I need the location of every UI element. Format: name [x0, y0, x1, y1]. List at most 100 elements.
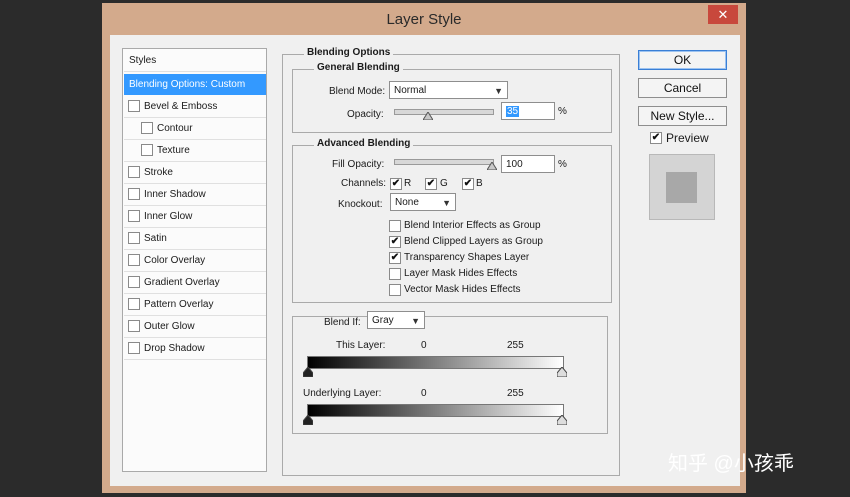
- sidebar-item-label: Texture: [157, 145, 190, 156]
- blend-clipped-checkbox[interactable]: ✔: [389, 236, 401, 248]
- sidebar-item-stroke[interactable]: Stroke: [124, 162, 266, 184]
- sidebar-item-satin[interactable]: Satin: [124, 228, 266, 250]
- opacity-input[interactable]: 35: [501, 102, 555, 120]
- vector-mask-hides-checkbox[interactable]: [389, 284, 401, 296]
- fill-opacity-slider-thumb[interactable]: [487, 162, 497, 170]
- fill-opacity-percent: %: [558, 159, 567, 170]
- sidebar-item-color-overlay[interactable]: Color Overlay: [124, 250, 266, 272]
- color-overlay-checkbox[interactable]: [128, 254, 140, 266]
- sidebar-item-label: Stroke: [144, 167, 173, 178]
- knockout-label: Knockout:: [338, 199, 383, 210]
- blend-interior-label: Blend Interior Effects as Group: [404, 220, 541, 231]
- fill-opacity-value: 100: [506, 159, 523, 170]
- sidebar-item-label: Inner Glow: [144, 211, 193, 222]
- ok-button[interactable]: OK: [638, 50, 727, 70]
- blend-if-label: Blend If:: [324, 317, 361, 328]
- sidebar-item-label: Satin: [144, 233, 167, 244]
- channel-b-label: B: [476, 178, 483, 189]
- channels-label: Channels:: [341, 178, 387, 189]
- stroke-checkbox[interactable]: [128, 166, 140, 178]
- satin-checkbox[interactable]: [128, 232, 140, 244]
- knockout-value: None: [395, 197, 419, 208]
- this-layer-max: 255: [507, 340, 524, 351]
- opacity-value: 35: [506, 106, 520, 117]
- sidebar-item-label: Gradient Overlay: [144, 277, 220, 288]
- blend-mode-value: Normal: [394, 85, 427, 96]
- preview-label: Preview: [666, 131, 709, 145]
- opacity-slider-thumb[interactable]: [423, 112, 433, 120]
- underlying-layer-white-handle[interactable]: [557, 415, 567, 425]
- this-layer-label: This Layer:: [336, 340, 386, 351]
- sidebar-item-label: Drop Shadow: [144, 343, 205, 354]
- channel-b-checkbox[interactable]: ✔: [462, 178, 474, 190]
- channel-r-label: R: [404, 178, 412, 189]
- chevron-down-icon: ▼: [411, 316, 420, 326]
- preview-swatch-inner: [666, 172, 697, 203]
- channel-g-label: G: [440, 178, 448, 189]
- opacity-slider[interactable]: [394, 109, 494, 115]
- fill-opacity-input[interactable]: 100: [501, 155, 555, 173]
- blend-mode-select[interactable]: Normal ▼: [389, 81, 508, 99]
- this-layer-gradient: [307, 356, 564, 369]
- sidebar-item-blending-options[interactable]: Blending Options: Custom: [124, 74, 266, 95]
- underlying-layer-max: 255: [507, 388, 524, 399]
- sidebar-item-inner-shadow[interactable]: Inner Shadow: [124, 184, 266, 206]
- sidebar-item-label: Blending Options: Custom: [129, 79, 246, 90]
- bevel-emboss-checkbox[interactable]: [128, 100, 140, 112]
- cancel-button[interactable]: Cancel: [638, 78, 727, 98]
- window-title: Layer Style: [386, 11, 462, 28]
- inner-glow-checkbox[interactable]: [128, 210, 140, 222]
- blend-clipped-label: Blend Clipped Layers as Group: [404, 236, 543, 247]
- fill-opacity-slider[interactable]: [394, 159, 494, 165]
- new-style-button[interactable]: New Style...: [638, 106, 727, 126]
- sidebar-item-texture[interactable]: Texture: [124, 140, 266, 162]
- sidebar-item-label: Bevel & Emboss: [144, 101, 218, 112]
- sidebar-item-bevel-emboss[interactable]: Bevel & Emboss: [124, 96, 266, 118]
- sidebar-item-label: Color Overlay: [144, 255, 206, 266]
- preview-swatch: [649, 154, 715, 220]
- drop-shadow-checkbox[interactable]: [128, 342, 140, 354]
- layer-mask-hides-checkbox[interactable]: [389, 268, 401, 280]
- sidebar-item-label: Pattern Overlay: [144, 299, 214, 310]
- channel-g-checkbox[interactable]: ✔: [425, 178, 437, 190]
- sidebar-item-inner-glow[interactable]: Inner Glow: [124, 206, 266, 228]
- blending-options-title: Blending Options: [304, 47, 394, 58]
- outer-glow-checkbox[interactable]: [128, 320, 140, 332]
- sidebar-item-label: Contour: [157, 123, 193, 134]
- layer-style-window: Layer Style ✕ Styles Blending Options: C…: [102, 3, 746, 493]
- transparency-shapes-checkbox[interactable]: ✔: [389, 252, 401, 264]
- chevron-down-icon: ▼: [442, 198, 451, 208]
- blend-if-value: Gray: [372, 315, 394, 326]
- contour-checkbox[interactable]: [141, 122, 153, 134]
- gradient-overlay-checkbox[interactable]: [128, 276, 140, 288]
- styles-list: Styles Blending Options: Custom Bevel & …: [122, 48, 267, 472]
- inner-shadow-checkbox[interactable]: [128, 188, 140, 200]
- preview-checkbox[interactable]: ✔: [650, 132, 662, 144]
- general-blending-title: General Blending: [314, 62, 403, 73]
- dialog-client: Styles Blending Options: Custom Bevel & …: [110, 35, 740, 486]
- layer-mask-hides-label: Layer Mask Hides Effects: [404, 268, 518, 279]
- knockout-select[interactable]: None ▼: [390, 193, 456, 211]
- sidebar-item-gradient-overlay[interactable]: Gradient Overlay: [124, 272, 266, 294]
- sidebar-item-label: Styles: [129, 55, 157, 66]
- this-layer-black-handle[interactable]: [303, 367, 313, 377]
- chevron-down-icon: ▼: [494, 86, 503, 96]
- sidebar-item-label: Outer Glow: [144, 321, 195, 332]
- underlying-layer-black-handle[interactable]: [303, 415, 313, 425]
- blend-if-select[interactable]: Gray ▼: [367, 311, 425, 329]
- opacity-percent: %: [558, 106, 567, 117]
- sidebar-item-drop-shadow[interactable]: Drop Shadow: [124, 338, 266, 360]
- sidebar-item-pattern-overlay[interactable]: Pattern Overlay: [124, 294, 266, 316]
- this-layer-white-handle[interactable]: [557, 367, 567, 377]
- blend-interior-checkbox[interactable]: [389, 220, 401, 232]
- close-button[interactable]: ✕: [708, 5, 738, 24]
- fill-opacity-label: Fill Opacity:: [332, 159, 385, 170]
- sidebar-item-contour[interactable]: Contour: [124, 118, 266, 140]
- sidebar-item-styles[interactable]: Styles: [124, 50, 266, 72]
- channel-r-checkbox[interactable]: ✔: [390, 178, 402, 190]
- pattern-overlay-checkbox[interactable]: [128, 298, 140, 310]
- sidebar-item-outer-glow[interactable]: Outer Glow: [124, 316, 266, 338]
- general-blending-group: [292, 69, 612, 133]
- texture-checkbox[interactable]: [141, 144, 153, 156]
- blend-mode-label: Blend Mode:: [329, 86, 386, 97]
